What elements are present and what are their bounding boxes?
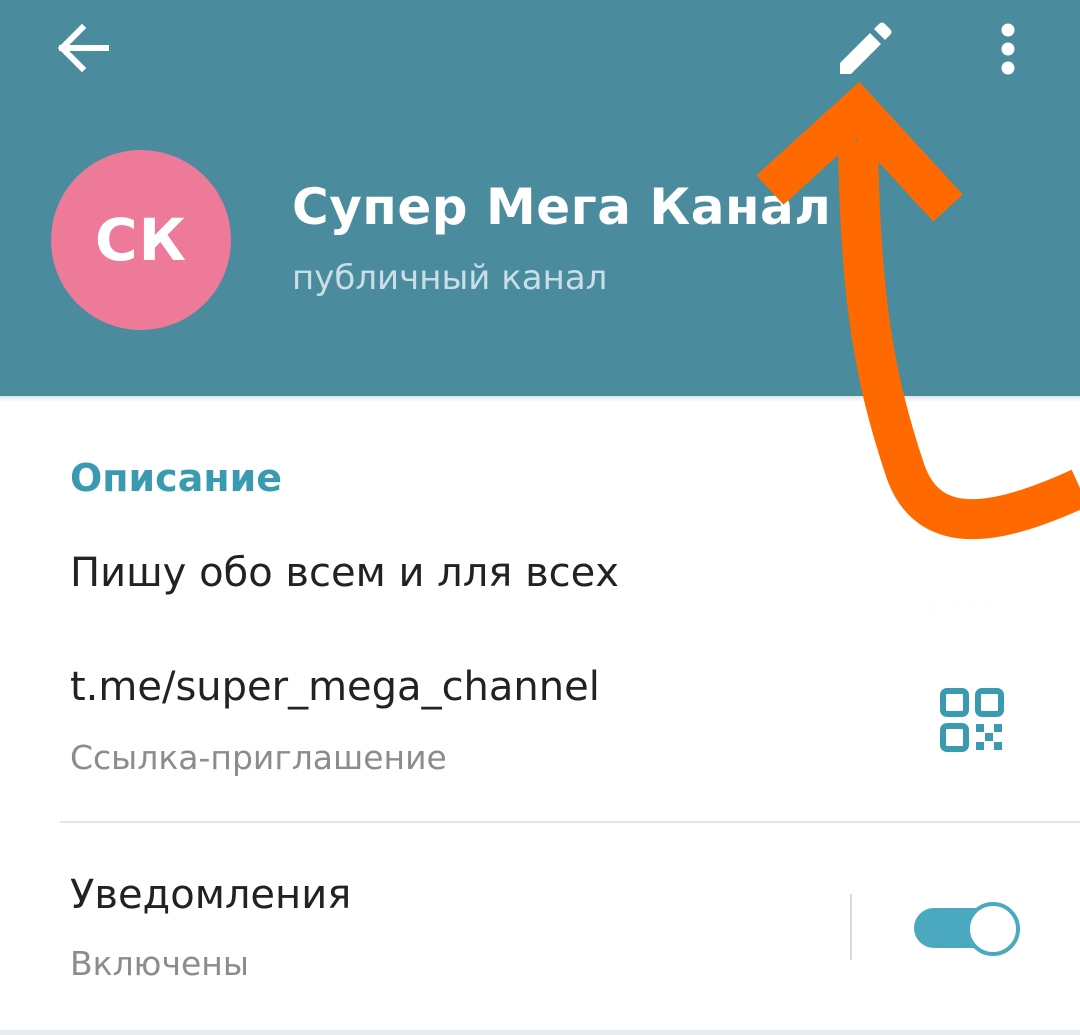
more-options-button[interactable] [982, 16, 1034, 84]
avatar-initials: СК [95, 206, 187, 274]
qr-code-button[interactable] [940, 688, 1004, 752]
divider [60, 821, 1080, 823]
channel-name: Супер Мега Канал [292, 178, 832, 236]
edit-button[interactable] [826, 16, 898, 84]
notifications-toggle[interactable] [914, 898, 1020, 958]
description-section-title: Описание [70, 456, 283, 500]
back-button[interactable] [48, 18, 116, 78]
header-shadow [0, 396, 1080, 402]
notifications-title[interactable]: Уведомления [70, 872, 351, 918]
faint-dots: · · · · · · [928, 596, 993, 615]
channel-type: публичный канал [292, 258, 608, 298]
more-vert-icon [1001, 23, 1015, 75]
bottom-divider [0, 1030, 1080, 1035]
toggle-knob [966, 902, 1020, 956]
channel-description[interactable]: Пишу обо всем и лля всех [70, 550, 619, 596]
qr-code-icon [940, 688, 1004, 752]
invite-link-label: Ссылка-приглашение [70, 738, 447, 777]
invite-link-row[interactable]: t.me/super_mega_channel Ссылка-приглашен… [0, 640, 1080, 810]
channel-avatar[interactable]: СК [51, 150, 231, 330]
pencil-icon [840, 22, 892, 74]
notifications-status: Включены [70, 944, 249, 983]
channel-header: СК Супер Мега Канал публичный канал [0, 0, 1080, 396]
vertical-separator [850, 894, 852, 960]
invite-link[interactable]: t.me/super_mega_channel [70, 664, 600, 710]
arrow-left-icon [57, 23, 109, 73]
